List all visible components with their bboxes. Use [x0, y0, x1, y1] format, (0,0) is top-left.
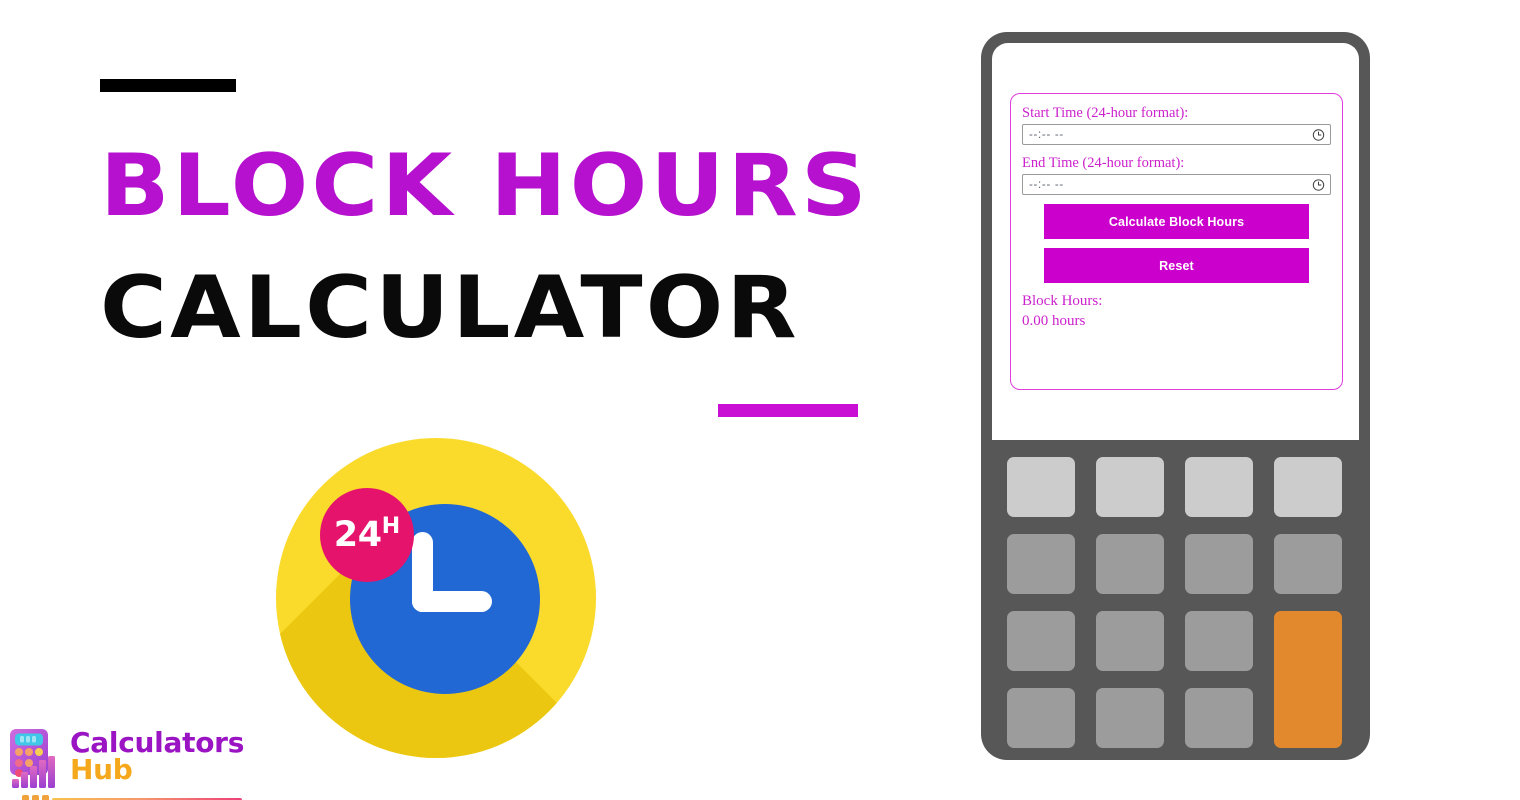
calculator-device: Start Time (24-hour format): --:-- -- En…: [981, 32, 1370, 760]
badge-24-hour: 24 H: [320, 488, 414, 582]
brand-wordmark: Calculators Hub: [70, 727, 244, 784]
start-time-label: Start Time (24-hour format):: [1022, 105, 1189, 121]
clock-icon[interactable]: [1312, 128, 1325, 141]
keypad-key[interactable]: [1007, 688, 1075, 748]
clock-illustration: 24 H: [276, 438, 596, 758]
accent-rule-magenta: [718, 404, 858, 417]
calculator-screen: Start Time (24-hour format): --:-- -- En…: [992, 43, 1359, 440]
keypad-key[interactable]: [1185, 688, 1253, 748]
reset-button[interactable]: Reset: [1044, 248, 1309, 284]
keypad-key[interactable]: [1007, 534, 1075, 594]
keypad-key[interactable]: [1185, 534, 1253, 594]
start-time-input[interactable]: --:-- --: [1022, 124, 1331, 146]
brand-line-calculators: Calculators: [70, 726, 245, 759]
clock-minute-hand: [412, 591, 492, 612]
keypad-key[interactable]: [1185, 611, 1253, 671]
badge-number: 24: [333, 514, 382, 555]
calculator-keypad: [1007, 457, 1344, 748]
end-time-label: End Time (24-hour format):: [1022, 155, 1185, 172]
badge-unit: H: [381, 514, 401, 539]
keypad-key[interactable]: [1274, 534, 1342, 594]
accent-rule-black: [100, 79, 236, 92]
clock-icon[interactable]: [1312, 178, 1325, 191]
result-value: 0.00 hours: [1022, 312, 1086, 329]
calculate-block-hours-button[interactable]: Calculate Block Hours: [1044, 204, 1309, 240]
keypad-key[interactable]: [1096, 688, 1164, 748]
keypad-key[interactable]: [1096, 611, 1164, 671]
keypad-key[interactable]: [1185, 457, 1253, 517]
end-time-value: --:-- --: [1029, 178, 1064, 191]
end-time-input[interactable]: --:-- --: [1022, 174, 1331, 196]
clock-disc: [276, 438, 596, 758]
keypad-key[interactable]: [1007, 611, 1075, 671]
start-time-value: --:-- --: [1029, 128, 1064, 141]
keypad-key[interactable]: [1096, 457, 1164, 517]
page-title-primary: BLOCK HOURS: [100, 136, 870, 236]
hero-panel: BLOCK HOURS CALCULATOR 24 H Calculators …: [0, 0, 960, 800]
brand-dots: [22, 795, 49, 800]
keypad-key[interactable]: [1274, 457, 1342, 517]
keypad-key[interactable]: [1007, 457, 1075, 517]
result-label: Block Hours:: [1022, 293, 1103, 310]
result-block: Block Hours: 0.00 hours: [1022, 292, 1331, 331]
calculator-bars-icon: [8, 727, 64, 789]
brand-logo: Calculators Hub: [8, 727, 256, 800]
brand-line-hub: Hub: [70, 753, 133, 787]
poster-canvas: BLOCK HOURS CALCULATOR 24 H Calculators …: [0, 0, 1520, 800]
block-hours-form: Start Time (24-hour format): --:-- -- En…: [1010, 93, 1343, 390]
page-title-secondary: CALCULATOR: [100, 258, 800, 358]
keypad-key[interactable]: [1096, 534, 1164, 594]
keypad-key-equals[interactable]: [1274, 611, 1342, 748]
